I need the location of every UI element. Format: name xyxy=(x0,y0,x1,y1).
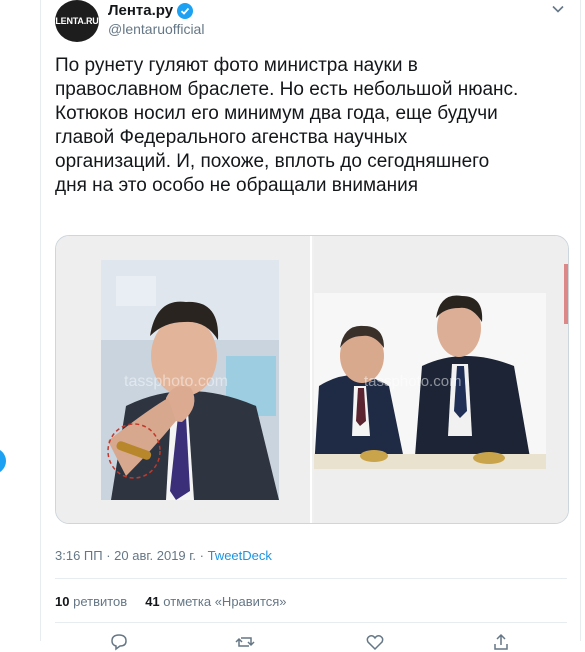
tweet-actions xyxy=(55,628,567,651)
media-photo-right[interactable]: tassphoto.com xyxy=(314,236,568,523)
likes-count: 41 xyxy=(145,594,160,609)
tweet-media[interactable]: tassphoto.com tassphoto.com xyxy=(55,235,569,524)
avatar[interactable]: LENTA.RU xyxy=(55,0,99,42)
media-edge-strip xyxy=(564,264,568,324)
tweet-timestamp[interactable]: 3:16 ПП · 20 авг. 2019 г. · xyxy=(55,548,208,563)
tweet-text: По рунету гуляют фото министра науки в п… xyxy=(55,55,519,196)
divider xyxy=(55,622,567,623)
media-photo-left[interactable]: tassphoto.com xyxy=(56,236,312,523)
share-icon[interactable] xyxy=(491,632,511,652)
likes-label: отметка «Нравится» xyxy=(163,594,287,609)
account-name[interactable]: Лента.ру xyxy=(108,2,173,19)
account-handle[interactable]: @lentaruofficial xyxy=(108,21,204,37)
divider xyxy=(55,578,567,579)
account-name-row[interactable]: Лента.ру xyxy=(108,2,194,19)
watermark-right: tassphoto.com xyxy=(364,373,462,390)
retweet-icon[interactable] xyxy=(235,632,255,652)
column-right-border xyxy=(580,0,581,641)
tweet-source-link[interactable]: TweetDeck xyxy=(208,548,272,563)
retweets-label: ретвитов xyxy=(73,594,128,609)
avatar-logo-text: LENTA.RU xyxy=(55,16,99,26)
likes-stat[interactable]: 41 отметка «Нравится» xyxy=(145,594,286,609)
tweet-stats: 10 ретвитов 41 отметка «Нравится» xyxy=(55,594,287,609)
verified-badge-icon xyxy=(177,2,194,19)
column-left-border xyxy=(40,0,41,641)
reply-icon[interactable] xyxy=(109,632,129,652)
retweets-stat[interactable]: 10 ретвитов xyxy=(55,594,127,609)
tweet-timestamp-row: 3:16 ПП · 20 авг. 2019 г. · TweetDeck xyxy=(55,548,272,563)
retweets-count: 10 xyxy=(55,594,70,609)
like-heart-icon[interactable] xyxy=(365,632,385,652)
watermark-left: tassphoto.com xyxy=(124,373,228,390)
compose-fab-edge[interactable] xyxy=(0,448,6,474)
chevron-down-icon[interactable] xyxy=(551,2,565,16)
